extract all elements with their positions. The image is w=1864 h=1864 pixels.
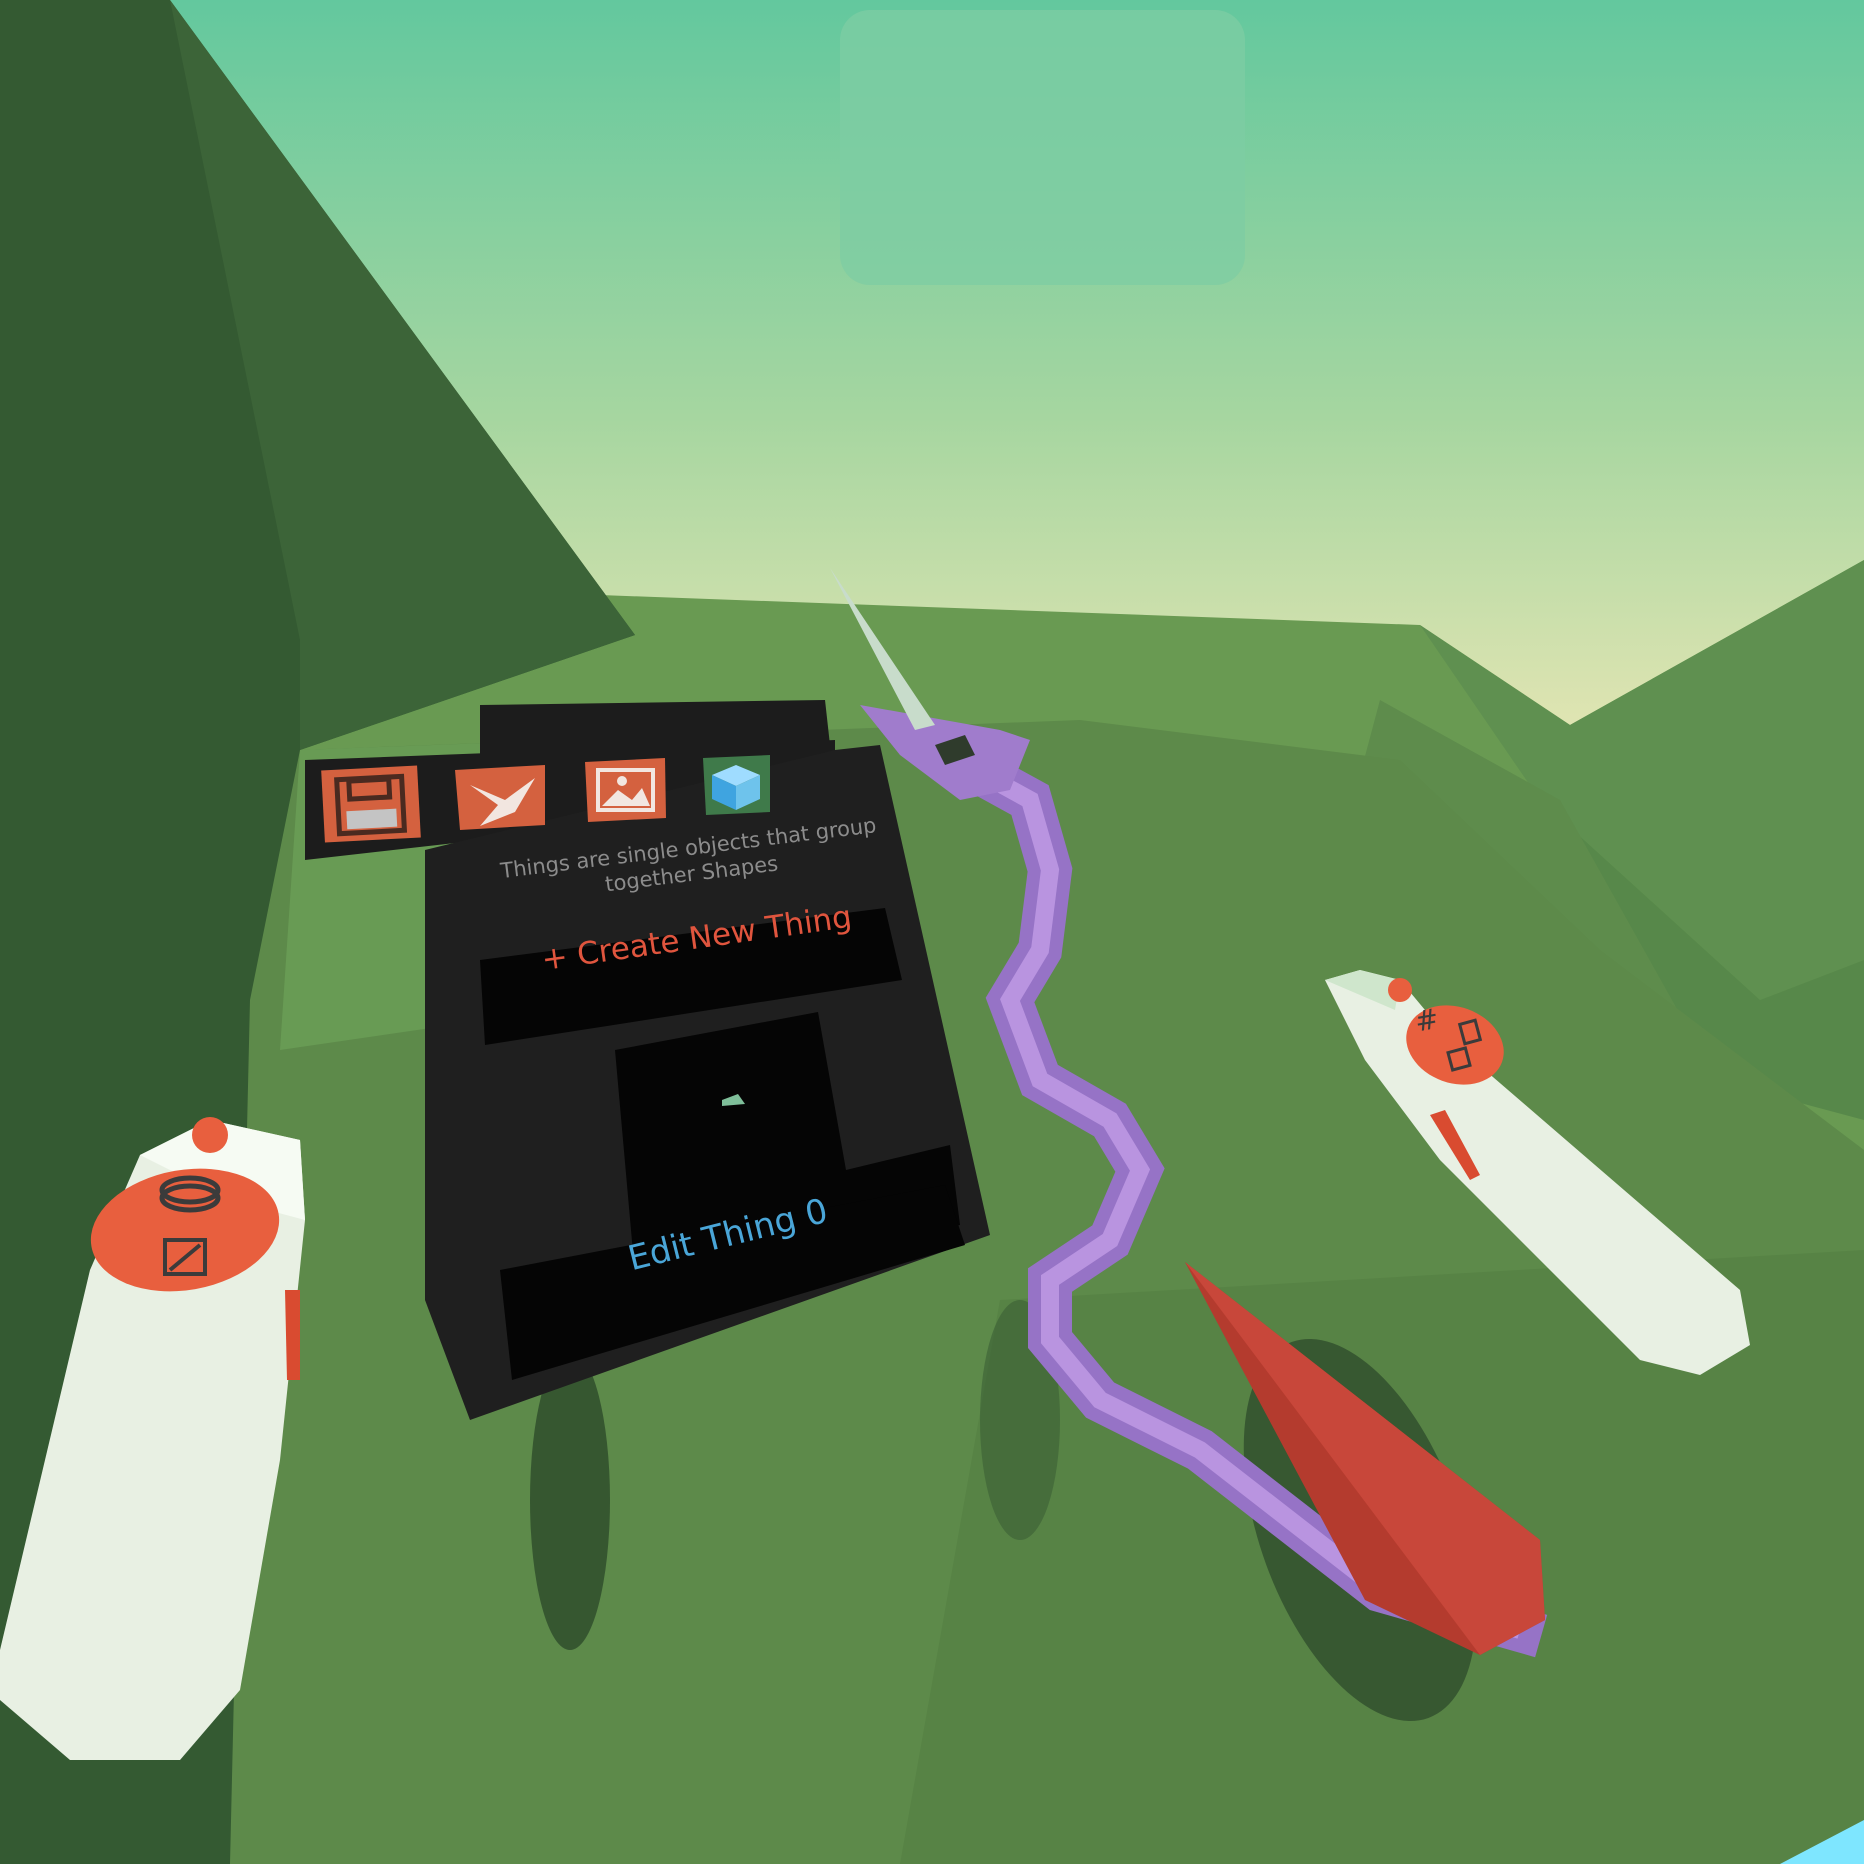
panel-shadow <box>530 1350 610 1650</box>
distant-panel <box>840 10 1245 285</box>
vr-scene: # <box>0 0 1864 1864</box>
save-tool-button[interactable] <box>321 765 421 843</box>
bird-tool-button[interactable] <box>455 765 545 830</box>
cube-tool-button[interactable] <box>703 755 770 815</box>
image-tool-button[interactable] <box>585 758 666 822</box>
